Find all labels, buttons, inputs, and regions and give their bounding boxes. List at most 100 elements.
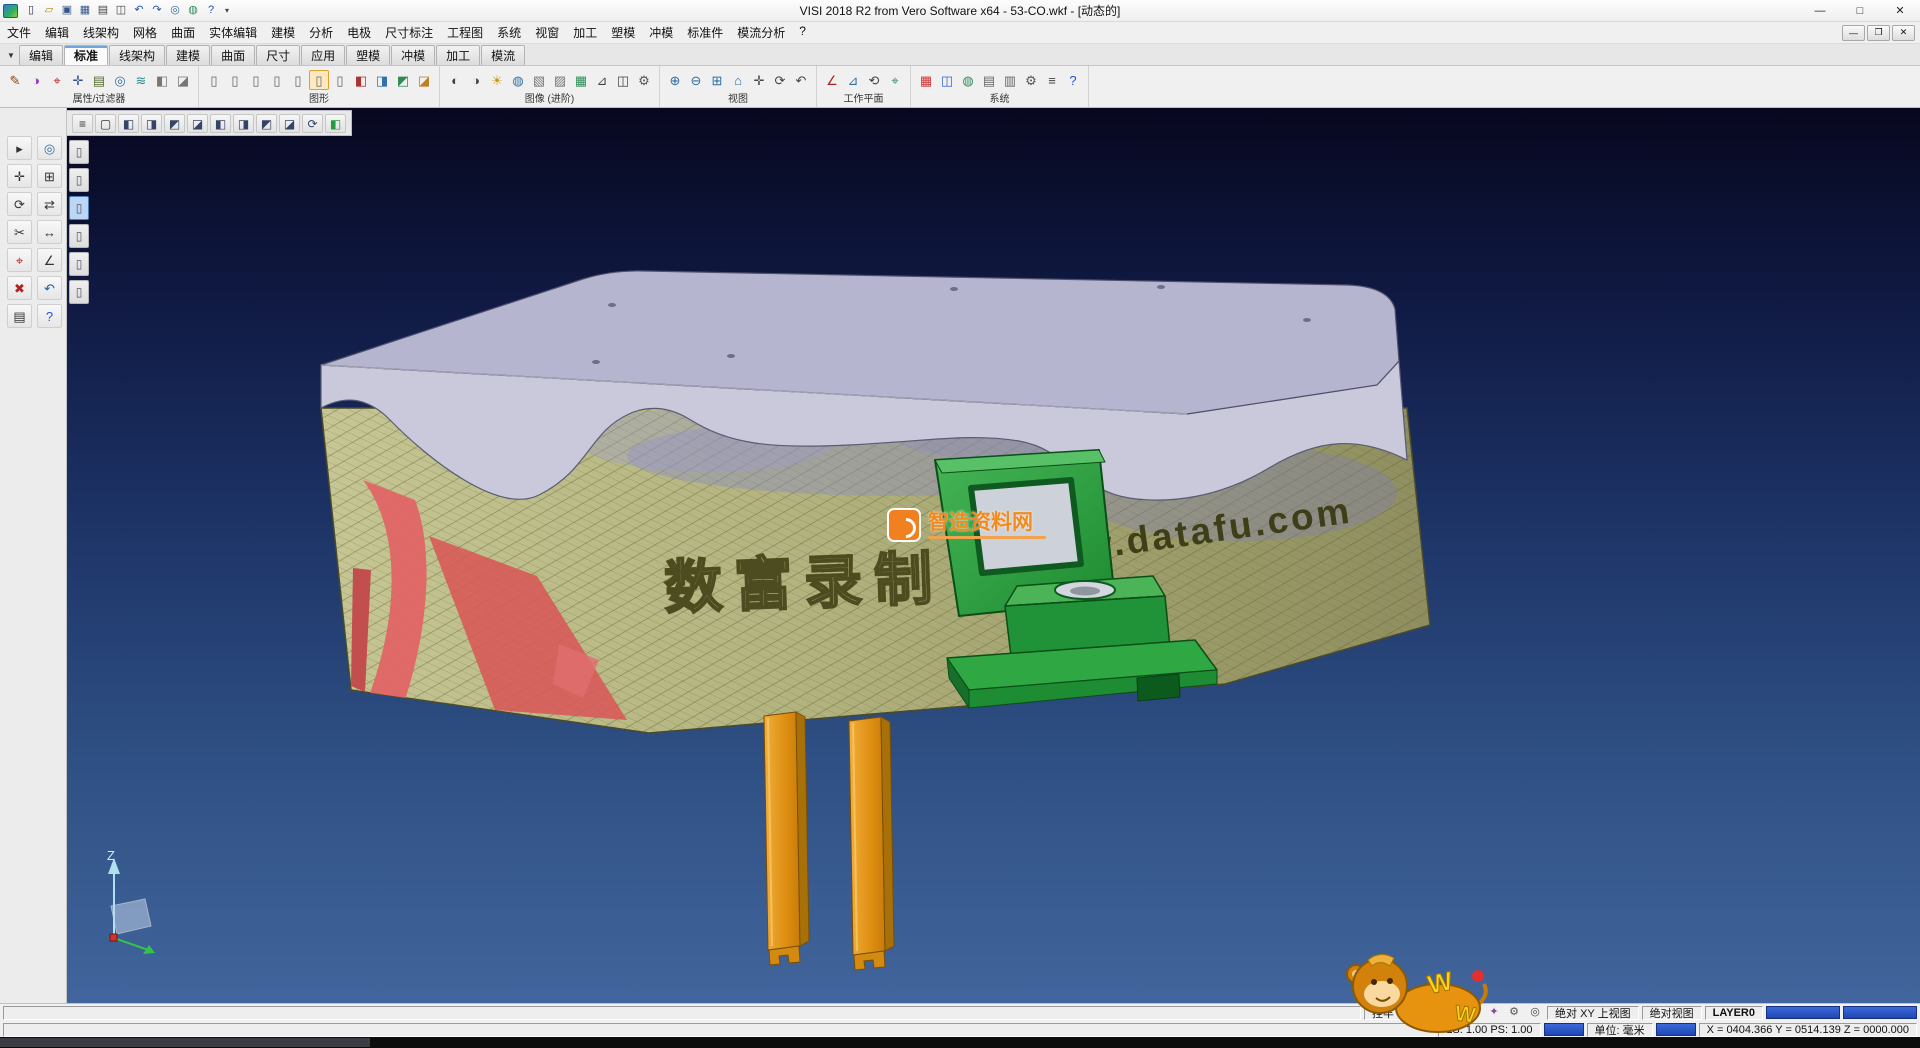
menu-item[interactable]: 塑模	[604, 21, 642, 44]
undo-icon[interactable]: ↶	[130, 2, 148, 19]
layers-icon[interactable]: ▤	[979, 70, 999, 90]
surface-filter-icon[interactable]: ◧	[152, 70, 172, 90]
mirror-icon[interactable]: ⇄	[37, 192, 62, 216]
menu-item[interactable]: 电极	[340, 21, 378, 44]
menu-item[interactable]: 标准件	[680, 21, 730, 44]
pan-icon[interactable]: ✛	[749, 70, 769, 90]
transparency-icon[interactable]: ▧	[529, 70, 549, 90]
copy-icon[interactable]: ⊞	[37, 164, 62, 188]
print-icon[interactable]: ▤	[94, 2, 112, 19]
grid-icon[interactable]: ▥	[1000, 70, 1020, 90]
workplane-align-icon[interactable]: ⊿	[843, 70, 863, 90]
open-folder-icon[interactable]: ▱	[40, 2, 58, 19]
menu-item[interactable]: 文件	[0, 21, 38, 44]
zoom-out-icon[interactable]: ⊖	[686, 70, 706, 90]
shaded-view-icon[interactable]: ▯	[246, 70, 266, 90]
measure-icon[interactable]: ⌖	[7, 248, 32, 272]
viewport-canvas[interactable]: 数富录制 w.datafu.com	[67, 108, 1920, 1003]
element-filter-icon[interactable]: ⌖	[47, 70, 67, 90]
rotate-icon[interactable]: ⟳	[7, 192, 32, 216]
print-status-icon[interactable]: ▤	[1445, 1005, 1463, 1020]
save-all-icon[interactable]: ▦	[76, 2, 94, 19]
color-palette-icon[interactable]: ▦	[916, 70, 936, 90]
rotate-view-icon[interactable]: ⟳	[770, 70, 790, 90]
menu-item[interactable]: 加工	[566, 21, 604, 44]
reflection-icon[interactable]: ◍	[508, 70, 528, 90]
surface-filter-icon[interactable]: ▯	[69, 252, 89, 276]
tab[interactable]: 加工	[436, 45, 480, 65]
workplane-rotate-icon[interactable]: ⟲	[864, 70, 884, 90]
zoom-fit-icon[interactable]: ⌂	[728, 70, 748, 90]
maximize-button[interactable]: □	[1840, 0, 1880, 21]
dynamic-rotate-icon[interactable]: ▯	[309, 70, 329, 90]
menu-item[interactable]: 实体编辑	[202, 21, 264, 44]
move-icon[interactable]: ✛	[7, 164, 32, 188]
globe-settings-icon[interactable]: ◍	[958, 70, 978, 90]
layer-filter-icon[interactable]: ▤	[89, 70, 109, 90]
3d-viewport[interactable]: 数富录制 w.datafu.com	[67, 108, 1920, 1003]
menu-item[interactable]: 冲模	[642, 21, 680, 44]
solid-filter-icon[interactable]: ▯	[69, 280, 89, 304]
render-cube-icon[interactable]: ◧	[351, 70, 371, 90]
arc-filter-icon[interactable]: ▯	[69, 224, 89, 248]
right-view-icon[interactable]: ◪	[187, 114, 208, 133]
layer-color-bar-1[interactable]	[1766, 1006, 1840, 1019]
perspective-icon[interactable]: ⊿	[592, 70, 612, 90]
menu-item[interactable]: 编辑	[38, 21, 76, 44]
view-menu-icon[interactable]: ≡	[72, 114, 93, 133]
selection-filter-icon[interactable]: ✛	[68, 70, 88, 90]
angle-icon[interactable]: ∠	[37, 248, 62, 272]
view-mode-indicator[interactable]: 绝对 XY 上视图	[1547, 1006, 1639, 1020]
back-view-icon[interactable]: ◨	[233, 114, 254, 133]
color-filter-icon[interactable]: ◑	[26, 70, 46, 90]
highlight-icon[interactable]: ☀	[487, 70, 507, 90]
front-view-icon[interactable]: ◩	[164, 114, 185, 133]
mdi-restore-button[interactable]: ❐	[1867, 25, 1890, 41]
minimize-button[interactable]: —	[1800, 0, 1840, 21]
line-filter-icon[interactable]: ▯	[69, 196, 89, 220]
shading-icon[interactable]: ◐	[445, 70, 465, 90]
tab[interactable]: 模流	[481, 45, 525, 65]
workplane-origin-icon[interactable]: ⌖	[885, 70, 905, 90]
hidden-line-icon[interactable]: ▯	[225, 70, 245, 90]
menu-item[interactable]: 分析	[302, 21, 340, 44]
save-icon[interactable]: ▣	[58, 2, 76, 19]
wireframe-filter-icon[interactable]: ≋	[131, 70, 151, 90]
help-icon[interactable]: ?	[202, 2, 220, 19]
tab[interactable]: 编辑	[19, 45, 63, 65]
tab[interactable]: 塑模	[346, 45, 390, 65]
menu-item[interactable]: 线架构	[76, 21, 126, 44]
delete-icon[interactable]: ✖	[7, 276, 32, 300]
display-settings-icon[interactable]: ◫	[937, 70, 957, 90]
menu-item[interactable]: 模流分析	[730, 21, 792, 44]
lighting-cube-icon[interactable]: ◪	[414, 70, 434, 90]
undo-tool-icon[interactable]: ↶	[37, 276, 62, 300]
tab[interactable]: 标准	[64, 45, 108, 65]
highlight-status-icon[interactable]: ☀	[1425, 1005, 1443, 1020]
layers-tool-icon[interactable]: ▤	[7, 304, 32, 328]
tab[interactable]: 尺寸	[256, 45, 300, 65]
app-icon[interactable]	[3, 4, 18, 18]
tab[interactable]: 冲模	[391, 45, 435, 65]
mdi-close-button[interactable]: ✕	[1892, 25, 1915, 41]
redo-icon[interactable]: ↷	[148, 2, 166, 19]
zoom-status-icon[interactable]: ◎	[1526, 1005, 1544, 1020]
render-settings-icon[interactable]: ⚙	[634, 70, 654, 90]
select-icon[interactable]: ▸	[7, 136, 32, 160]
axonometric-view-icon[interactable]: ◪	[279, 114, 300, 133]
zoom-window-icon[interactable]: ⊞	[707, 70, 727, 90]
tab[interactable]: 应用	[301, 45, 345, 65]
camera-icon[interactable]: ◫	[613, 70, 633, 90]
plot-icon[interactable]: ◫	[112, 2, 130, 19]
zoom-select-icon[interactable]: ◎	[37, 136, 62, 160]
top-view-icon[interactable]: ◨	[141, 114, 162, 133]
left-view-icon[interactable]: ◧	[210, 114, 231, 133]
close-button[interactable]: ✕	[1880, 0, 1920, 21]
settings-status-icon[interactable]: ⚙	[1505, 1005, 1523, 1020]
tab[interactable]: 线架构	[109, 45, 165, 65]
snap-toggle[interactable]: 拴牢	[1364, 1006, 1402, 1020]
wcs-icon[interactable]: ✦	[1485, 1005, 1503, 1020]
texture-cube-icon[interactable]: ◨	[372, 70, 392, 90]
point-filter-icon[interactable]: ▯	[69, 168, 89, 192]
system-help-icon[interactable]: ?	[1063, 70, 1083, 90]
